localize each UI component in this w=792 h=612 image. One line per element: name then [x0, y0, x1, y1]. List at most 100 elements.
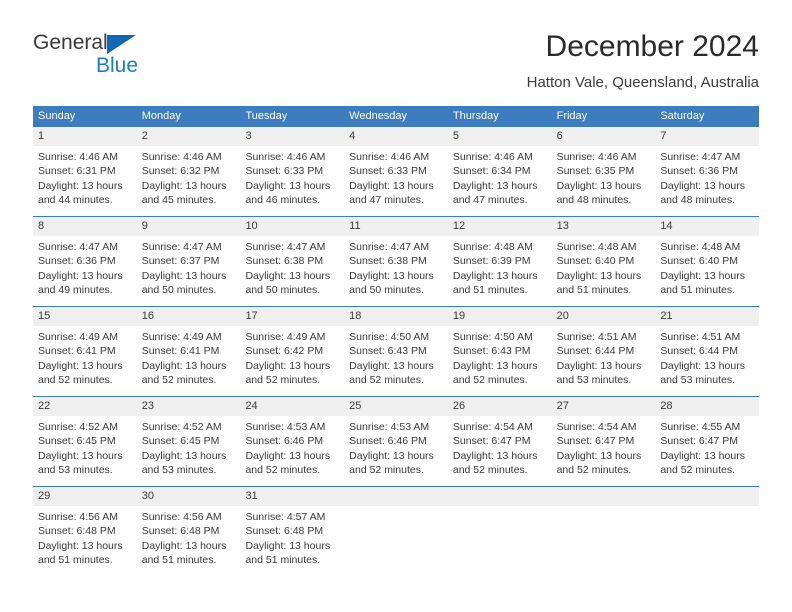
day-cell[interactable]: Sunrise: 4:55 AM Sunset: 6:47 PM Daylight:…: [655, 416, 759, 486]
day-cell[interactable]: Sunrise: 4:46 AM Sunset: 6:31 PM Daylight:…: [33, 146, 137, 216]
day-cell[interactable]: Sunrise: 4:47 AM Sunset: 6:36 PM Daylight:…: [33, 236, 137, 306]
daylight-text: Daylight: 13 hours and 51 minutes.: [660, 269, 745, 297]
day-number[interactable]: 1: [33, 127, 137, 146]
sunset-text: Sunset: 6:48 PM: [141, 525, 220, 538]
day-number[interactable]: 11: [344, 217, 448, 236]
logo-text-general: General: [33, 31, 108, 54]
day-cell[interactable]: Sunrise: 4:56 AM Sunset: 6:48 PM Daylight:…: [33, 506, 137, 576]
day-number[interactable]: 24: [240, 397, 344, 416]
day-cell[interactable]: Sunrise: 4:52 AM Sunset: 6:45 PM Daylight:…: [137, 416, 241, 486]
day-cell[interactable]: Sunrise: 4:49 AM Sunset: 6:41 PM Daylight:…: [137, 326, 241, 396]
day-cell[interactable]: Sunrise: 4:47 AM Sunset: 6:36 PM Daylight:…: [655, 146, 759, 216]
day-number[interactable]: 4: [344, 127, 448, 146]
sunrise-text: Sunrise: 4:53 AM: [349, 421, 430, 433]
day-cell[interactable]: Sunrise: 4:54 AM Sunset: 6:47 PM Daylight:…: [448, 416, 552, 486]
day-number[interactable]: 6: [552, 127, 656, 146]
weekday-header-monday: Monday: [141, 110, 181, 122]
day-number[interactable]: 29: [33, 487, 137, 506]
sunset-text: Sunset: 6:32 PM: [141, 165, 220, 178]
day-cell[interactable]: Sunrise: 4:48 AM Sunset: 6:40 PM Daylight:…: [552, 236, 656, 306]
day-cell[interactable]: Sunrise: 4:46 AM Sunset: 6:33 PM Daylight:…: [240, 146, 344, 216]
day-number[interactable]: 3: [240, 127, 344, 146]
sunset-text: Sunset: 6:48 PM: [245, 525, 324, 538]
day-cell[interactable]: Sunrise: 4:46 AM Sunset: 6:34 PM Daylight:…: [448, 146, 552, 216]
day-cell[interactable]: Sunrise: 4:57 AM Sunset: 6:48 PM Daylight:…: [240, 506, 344, 576]
calendar-grid: Sunday Monday Tuesday Wednesday Thursday Frid…: [33, 106, 759, 576]
sunrise-text: Sunrise: 4:47 AM: [660, 151, 741, 163]
sunset-text: Sunset: 6:43 PM: [452, 345, 531, 358]
weekday-header-friday: Friday: [556, 110, 588, 122]
day-cell[interactable]: Sunrise: 4:49 AM Sunset: 6:41 PM Daylight:…: [33, 326, 137, 396]
daylight-text: Daylight: 13 hours and 45 minutes.: [141, 179, 227, 207]
daylight-text: Daylight: 13 hours and 51 minutes.: [452, 269, 538, 297]
day-number[interactable]: 21: [655, 307, 759, 326]
day-number[interactable]: 22: [33, 397, 137, 416]
daylight-text: Daylight: 13 hours and 52 minutes.: [452, 449, 538, 477]
day-number[interactable]: 26: [448, 397, 552, 416]
calendar-week-row: 29 30 31 Sunrise: 4:56 AM Sunset: 6:48 PM Day…: [33, 486, 759, 576]
day-number[interactable]: 17: [240, 307, 344, 326]
day-cell[interactable]: Sunrise: 4:53 AM Sunset: 6:46 PM Daylight:…: [344, 416, 448, 486]
day-number[interactable]: 19: [448, 307, 552, 326]
daylight-text: Daylight: 13 hours and 52 minutes.: [38, 359, 123, 387]
sunset-text: Sunset: 6:31 PM: [38, 165, 116, 178]
day-number[interactable]: 9: [137, 217, 241, 236]
day-number[interactable]: 20: [552, 307, 656, 326]
daylight-text: Daylight: 13 hours and 50 minutes.: [141, 269, 227, 297]
day-cell[interactable]: Sunrise: 4:52 AM Sunset: 6:45 PM Daylight:…: [33, 416, 137, 486]
title-block: December 2024 Hatton Vale, Queensland, A…: [527, 28, 759, 94]
day-number[interactable]: 27: [552, 397, 656, 416]
day-number[interactable]: 15: [33, 307, 137, 326]
daylight-text: Daylight: 13 hours and 50 minutes.: [245, 269, 331, 297]
day-cell[interactable]: Sunrise: 4:46 AM Sunset: 6:33 PM Daylight:…: [344, 146, 448, 216]
day-cell[interactable]: Sunrise: 4:51 AM Sunset: 6:44 PM Daylight:…: [655, 326, 759, 396]
day-cell[interactable]: Sunrise: 4:51 AM Sunset: 6:44 PM Daylight:…: [552, 326, 656, 396]
day-cell[interactable]: Sunrise: 4:47 AM Sunset: 6:38 PM Daylight:…: [240, 236, 344, 306]
day-cell-empty: [552, 506, 656, 576]
day-cell[interactable]: Sunrise: 4:46 AM Sunset: 6:32 PM Daylight:…: [137, 146, 241, 216]
day-number[interactable]: 30: [137, 487, 241, 506]
day-cell[interactable]: Sunrise: 4:47 AM Sunset: 6:38 PM Daylight:…: [344, 236, 448, 306]
sunset-text: Sunset: 6:45 PM: [141, 435, 220, 448]
sunset-text: Sunset: 6:35 PM: [556, 165, 635, 178]
day-cell[interactable]: Sunrise: 4:49 AM Sunset: 6:42 PM Daylight:…: [240, 326, 344, 396]
day-number[interactable]: 13: [552, 217, 656, 236]
day-number[interactable]: 18: [344, 307, 448, 326]
week-daynumber-band: 29 30 31: [33, 487, 759, 506]
day-number[interactable]: 28: [655, 397, 759, 416]
day-number[interactable]: 23: [137, 397, 241, 416]
sunset-text: Sunset: 6:42 PM: [245, 345, 324, 358]
calendar-page: General Blue December 2024 Hatton Vale, …: [0, 0, 792, 612]
sunset-text: Sunset: 6:36 PM: [38, 255, 116, 268]
daylight-text: Daylight: 13 hours and 47 minutes.: [349, 179, 434, 207]
day-number[interactable]: 2: [137, 127, 241, 146]
day-cell[interactable]: Sunrise: 4:46 AM Sunset: 6:35 PM Daylight:…: [552, 146, 656, 216]
day-number[interactable]: 14: [655, 217, 759, 236]
day-number[interactable]: 25: [344, 397, 448, 416]
day-number[interactable]: 12: [448, 217, 552, 236]
sunrise-text: Sunrise: 4:55 AM: [660, 421, 741, 433]
sunrise-text: Sunrise: 4:47 AM: [141, 241, 222, 253]
day-number[interactable]: 5: [448, 127, 552, 146]
day-number[interactable]: 10: [240, 217, 344, 236]
day-cell[interactable]: Sunrise: 4:48 AM Sunset: 6:40 PM Daylight:…: [655, 236, 759, 306]
day-cell-empty: [448, 506, 552, 576]
general-blue-logo[interactable]: General Blue: [33, 28, 139, 78]
calendar-week-row: 22 23 24 25 26 27 28 Sunrise: 4:52 AM Sunset: 6:…: [33, 396, 759, 486]
day-cell[interactable]: Sunrise: 4:54 AM Sunset: 6:47 PM Daylight:…: [552, 416, 656, 486]
day-cell[interactable]: Sunrise: 4:56 AM Sunset: 6:48 PM Daylight:…: [137, 506, 241, 576]
day-number[interactable]: 31: [240, 487, 344, 506]
day-number[interactable]: 16: [137, 307, 241, 326]
day-cell[interactable]: Sunrise: 4:48 AM Sunset: 6:39 PM Daylight:…: [448, 236, 552, 306]
sunrise-text: Sunrise: 4:54 AM: [452, 421, 533, 433]
sunrise-text: Sunrise: 4:52 AM: [38, 421, 118, 433]
day-number[interactable]: 7: [655, 127, 759, 146]
sunset-text: Sunset: 6:44 PM: [660, 345, 738, 358]
day-number[interactable]: 8: [33, 217, 137, 236]
day-cell[interactable]: Sunrise: 4:47 AM Sunset: 6:37 PM Daylight:…: [137, 236, 241, 306]
sunset-text: Sunset: 6:36 PM: [660, 165, 738, 178]
sunset-text: Sunset: 6:47 PM: [556, 435, 635, 448]
day-cell[interactable]: Sunrise: 4:53 AM Sunset: 6:46 PM Daylight:…: [240, 416, 344, 486]
day-cell[interactable]: Sunrise: 4:50 AM Sunset: 6:43 PM Daylight:…: [448, 326, 552, 396]
day-cell[interactable]: Sunrise: 4:50 AM Sunset: 6:43 PM Daylight:…: [344, 326, 448, 396]
